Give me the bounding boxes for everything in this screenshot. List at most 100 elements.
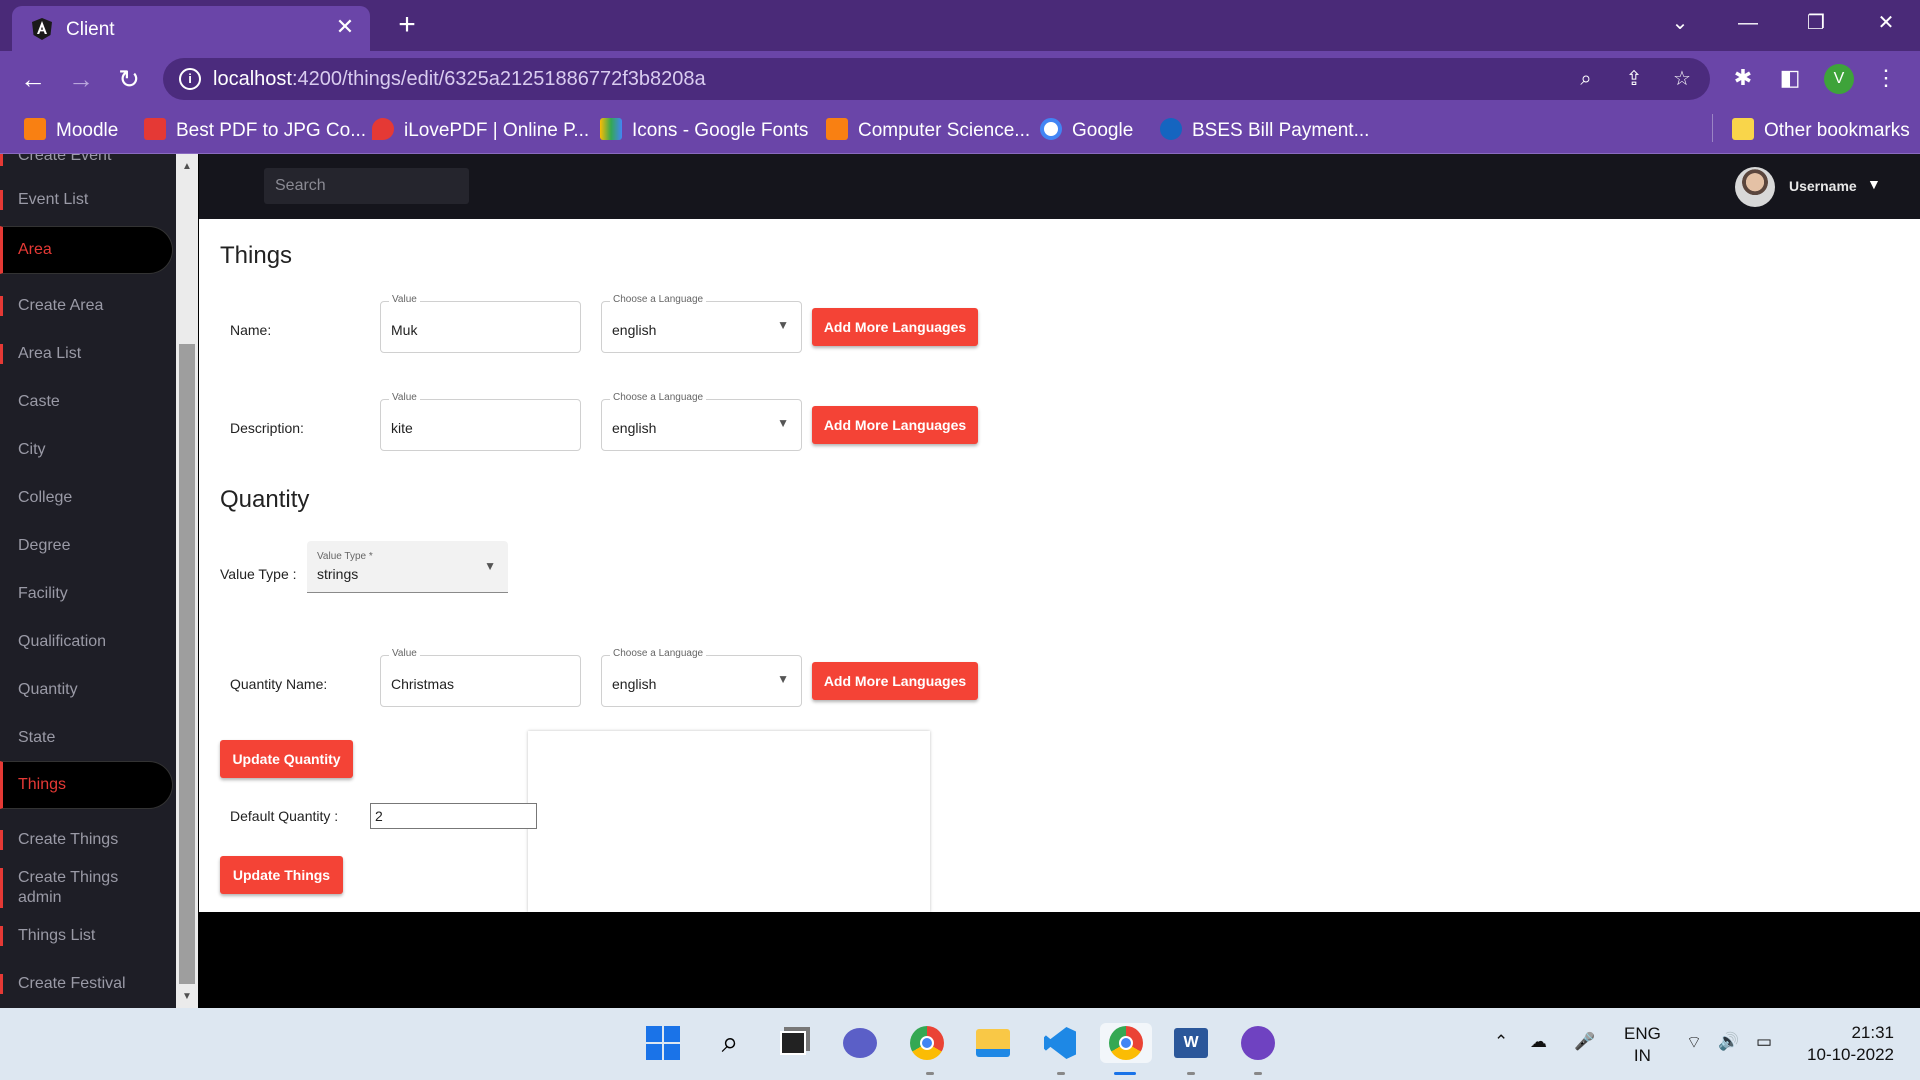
- value-type-select[interactable]: Value Type * strings ▼: [307, 541, 508, 593]
- side-panel-icon[interactable]: ◧: [1774, 62, 1806, 94]
- search-input[interactable]: [264, 168, 469, 204]
- name-language-select[interactable]: Choose a Language english ▼: [601, 294, 802, 353]
- sidebar-item-create-things-admin[interactable]: Create Things admin: [0, 868, 150, 908]
- back-arrow-icon[interactable]: ←: [16, 62, 50, 96]
- search-icon[interactable]: ⌕: [710, 1023, 750, 1063]
- field-value: english: [612, 420, 657, 436]
- sidebar-item-degree[interactable]: Degree: [0, 536, 176, 556]
- sidebar-scroll-thumb[interactable]: [179, 344, 195, 984]
- url-text[interactable]: localhost:4200/things/edit/6325a21251886…: [213, 68, 706, 91]
- new-tab-button[interactable]: +: [390, 8, 424, 42]
- angular-icon: [32, 18, 52, 40]
- field-value: Muk: [391, 322, 418, 338]
- sidebar-item-event-list[interactable]: Event List: [0, 190, 176, 210]
- name-value-field[interactable]: Value Muk: [380, 294, 581, 353]
- battery-icon[interactable]: ▭: [1756, 1032, 1772, 1052]
- sidebar-item-create-festival[interactable]: Create Festival: [0, 974, 176, 994]
- dropdown-caret-icon: ▼: [777, 416, 789, 430]
- field-label: Value Type *: [317, 551, 373, 562]
- wifi-icon[interactable]: ⌔: [1686, 1032, 1702, 1053]
- sidebar-item-create-things[interactable]: Create Things: [0, 830, 176, 850]
- bookmark-label: Moodle: [56, 120, 119, 141]
- sidebar-item-qualification[interactable]: Qualification: [0, 632, 176, 652]
- bookmark-bses[interactable]: BSES Bill Payment...: [1160, 118, 1369, 144]
- more-menu-icon[interactable]: ⋮: [1870, 62, 1902, 94]
- task-view-icon[interactable]: [773, 1023, 813, 1063]
- site-info-icon[interactable]: i: [179, 68, 201, 90]
- sidebar-item-things-list[interactable]: Things List: [0, 926, 176, 946]
- bookmark-ilovepdf[interactable]: iLovePDF | Online P...: [372, 118, 589, 144]
- close-window-button[interactable]: ✕: [1866, 8, 1906, 38]
- sidebar-item-create-area[interactable]: Create Area: [0, 296, 176, 316]
- bookmark-computer-science[interactable]: Computer Science...: [826, 118, 1030, 144]
- username-label[interactable]: Username: [1789, 178, 1857, 194]
- clock-time: 21:31: [1851, 1023, 1894, 1042]
- file-explorer-icon[interactable]: [973, 1023, 1013, 1063]
- sidebar-item-create-event[interactable]: Create Event: [0, 154, 176, 166]
- scroll-down-arrow-icon[interactable]: ▼: [176, 986, 198, 1008]
- update-things-button[interactable]: Update Things: [220, 856, 343, 894]
- user-avatar[interactable]: [1735, 167, 1775, 207]
- bookmark-google-fonts[interactable]: Icons - Google Fonts: [600, 118, 808, 144]
- other-bookmarks[interactable]: Other bookmarks: [1732, 118, 1910, 144]
- sidebar-item-things[interactable]: Things: [0, 761, 173, 809]
- onedrive-cloud-icon[interactable]: ☁: [1530, 1032, 1547, 1052]
- tab-search-chevron-icon[interactable]: ⌄: [1660, 8, 1700, 38]
- sidebar-item-city[interactable]: City: [0, 440, 176, 460]
- extensions-puzzle-icon[interactable]: ✱: [1727, 62, 1759, 94]
- share-icon[interactable]: ⇪: [1621, 66, 1647, 92]
- field-value: english: [612, 322, 657, 338]
- github-desktop-icon[interactable]: [1238, 1023, 1278, 1063]
- description-value-field[interactable]: Value kite: [380, 392, 581, 451]
- url-host: localhost: [213, 68, 292, 90]
- close-tab-icon[interactable]: ✕: [332, 14, 358, 40]
- name-add-languages-button[interactable]: Add More Languages: [812, 308, 978, 346]
- user-menu-caret-icon[interactable]: ▼: [1867, 176, 1881, 192]
- description-add-languages-button[interactable]: Add More Languages: [812, 406, 978, 444]
- quantity-name-value-field[interactable]: Value Christmas: [380, 648, 581, 707]
- sidebar-item-state[interactable]: State: [0, 728, 176, 748]
- sidebar-item-area[interactable]: Area: [0, 226, 173, 274]
- description-language-select[interactable]: Choose a Language english ▼: [601, 392, 802, 451]
- minimize-button[interactable]: —: [1728, 8, 1768, 38]
- profile-avatar[interactable]: V: [1824, 64, 1854, 94]
- reload-icon[interactable]: ↻: [112, 62, 146, 96]
- chrome-profile-icon[interactable]: [1100, 1023, 1152, 1063]
- bookmark-star-icon[interactable]: ☆: [1669, 66, 1695, 92]
- scroll-up-arrow-icon[interactable]: ▲: [176, 156, 198, 178]
- chrome-icon[interactable]: [907, 1023, 947, 1063]
- bookmark-pdf-to-jpg[interactable]: Best PDF to JPG Co...: [144, 118, 366, 144]
- sidebar-item-area-list[interactable]: Area List: [0, 344, 176, 364]
- teams-chat-icon[interactable]: [840, 1023, 880, 1063]
- sidebar-item-caste[interactable]: Caste: [0, 392, 176, 412]
- tray-chevron-up-icon[interactable]: ⌃: [1494, 1032, 1508, 1052]
- bookmark-google[interactable]: Google: [1040, 118, 1133, 144]
- bookmark-moodle[interactable]: Moodle: [24, 118, 118, 144]
- field-value: Christmas: [391, 676, 455, 692]
- vscode-icon[interactable]: [1040, 1023, 1080, 1063]
- windows-start-icon[interactable]: [643, 1023, 683, 1063]
- word-icon[interactable]: W: [1171, 1023, 1211, 1063]
- moodle-icon: [24, 118, 46, 140]
- quantity-add-languages-button[interactable]: Add More Languages: [812, 662, 978, 700]
- language-indicator[interactable]: ENG IN: [1624, 1023, 1661, 1067]
- windows-taskbar: ⌕ W ⌃ ☁ 🎤 ENG IN ⌔ 🔊 ▭ 21:31 10-10-2022: [0, 1008, 1920, 1080]
- default-quantity-input[interactable]: [370, 803, 537, 829]
- browser-tab[interactable]: Client ✕: [12, 6, 370, 51]
- quantity-language-select[interactable]: Choose a Language english ▼: [601, 648, 802, 707]
- clock[interactable]: 21:31 10-10-2022: [1800, 1022, 1894, 1066]
- volume-icon[interactable]: 🔊: [1718, 1032, 1739, 1052]
- zoom-icon[interactable]: ⌕: [1573, 66, 1599, 92]
- sidebar-item-college[interactable]: College: [0, 488, 176, 508]
- field-value: strings: [317, 566, 359, 582]
- forward-arrow-icon[interactable]: →: [64, 62, 98, 96]
- bookmark-label: Other bookmarks: [1764, 120, 1910, 141]
- microphone-icon[interactable]: 🎤: [1574, 1032, 1595, 1052]
- restore-button[interactable]: ❐: [1796, 8, 1836, 38]
- update-quantity-button[interactable]: Update Quantity: [220, 740, 353, 778]
- address-bar[interactable]: i localhost:4200/things/edit/6325a212518…: [163, 58, 1710, 100]
- sidebar-item-quantity[interactable]: Quantity: [0, 680, 176, 700]
- sidebar-item-facility[interactable]: Facility: [0, 584, 176, 604]
- field-value: english: [612, 676, 657, 692]
- browser-toolbar: ← → ↻ i localhost:4200/things/edit/6325a…: [0, 51, 1920, 106]
